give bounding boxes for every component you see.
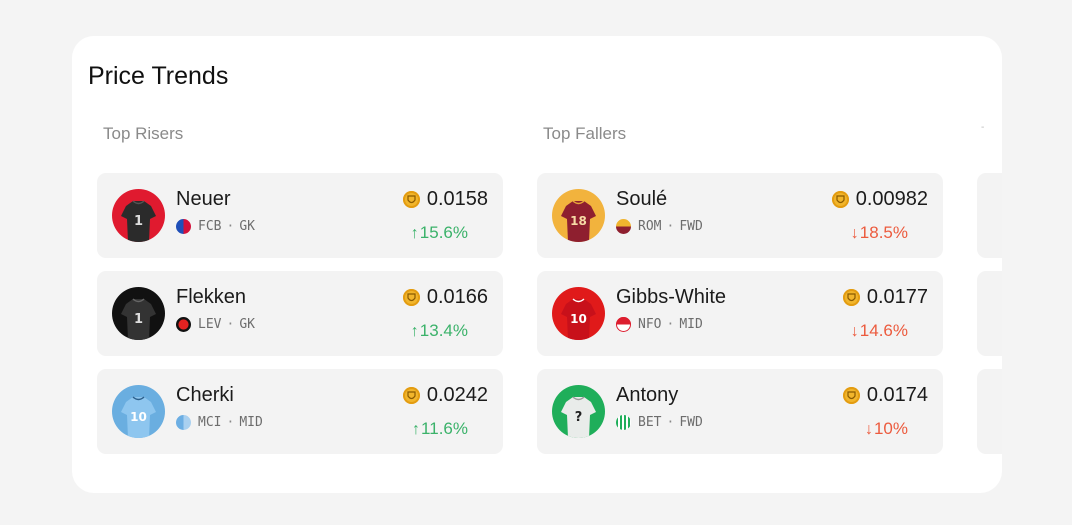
section-title: Price Trends: [88, 62, 229, 90]
player-name: Cherki: [176, 384, 234, 406]
player-row-neuer[interactable]: 1 Neuer FCB · GK 0.0158 ↑15.6%: [97, 173, 503, 258]
coin-icon: [402, 191, 420, 208]
svg-text:10: 10: [130, 410, 147, 424]
club-code: NFO: [638, 317, 662, 332]
coin-icon: [842, 387, 860, 404]
price-change: ↑15.6%: [411, 223, 468, 243]
player-name: Flekken: [176, 286, 247, 308]
svg-text:?: ?: [575, 410, 583, 425]
club-code: BET: [638, 415, 662, 430]
clipped-row[interactable]: [977, 173, 1002, 258]
player-price: 0.0166: [402, 286, 488, 309]
meta-separator: ·: [226, 317, 235, 332]
coin-icon: [402, 289, 420, 306]
player-position: MID: [679, 317, 703, 332]
player-row-gibbs-white[interactable]: 10 Gibbs-White NFO · MID 0.0177 ↓14.6%: [537, 271, 943, 356]
svg-text:18: 18: [570, 214, 587, 228]
player-avatar: 10: [552, 287, 605, 340]
player-meta: BET · FWD: [616, 415, 703, 430]
player-avatar: 1: [112, 189, 165, 242]
svg-text:1: 1: [134, 312, 143, 327]
player-price: 0.0177: [842, 286, 928, 309]
player-name: Gibbs-White: [616, 286, 727, 308]
player-avatar: ?: [552, 385, 605, 438]
player-avatar: 1: [112, 287, 165, 340]
price-value: 0.0177: [866, 286, 928, 308]
player-position: FWD: [679, 219, 703, 234]
player-name: Neuer: [176, 188, 231, 210]
change-value: 11.6%: [421, 419, 468, 438]
player-position: GK: [239, 317, 255, 332]
player-price: 0.00982: [831, 188, 928, 211]
player-meta: NFO · MID: [616, 317, 703, 332]
player-row-antony[interactable]: ? Antony BET · FWD 0.0174 ↓10%: [537, 369, 943, 454]
player-meta: LEV · GK: [176, 317, 255, 332]
price-change: ↑13.4%: [411, 321, 468, 341]
player-name: Antony: [616, 384, 679, 406]
price-trends-card: Price Trends Top Risers 1 Neuer FCB · GK…: [72, 36, 1002, 493]
change-value: 13.4%: [419, 321, 468, 340]
top-fallers-heading: Top Fallers: [543, 124, 627, 143]
bet-club-icon: [616, 415, 631, 430]
coin-icon: [842, 289, 860, 306]
player-position: GK: [239, 219, 255, 234]
meta-separator: ·: [666, 415, 675, 430]
price-change: ↓18.5%: [851, 223, 908, 243]
price-change: ↑11.6%: [412, 419, 468, 439]
arrow-up-icon: ↑: [410, 225, 419, 242]
third-column-heading: -: [981, 122, 985, 133]
change-value: 14.6%: [859, 321, 908, 340]
clipped-row[interactable]: [977, 271, 1002, 356]
player-name: Soulé: [616, 188, 668, 210]
player-row-flekken[interactable]: 1 Flekken LEV · GK 0.0166 ↑13.4%: [97, 271, 503, 356]
player-price: 0.0174: [842, 384, 928, 407]
player-avatar: 18: [552, 189, 605, 242]
top-risers-heading: Top Risers: [103, 124, 184, 143]
player-position: FWD: [679, 415, 703, 430]
player-price: 0.0242: [402, 384, 488, 407]
player-avatar: 10: [112, 385, 165, 438]
fcb-club-icon: [176, 219, 191, 234]
arrow-down-icon: ↓: [850, 225, 859, 242]
player-meta: MCI · MID: [176, 415, 263, 430]
arrow-up-icon: ↑: [410, 323, 419, 340]
price-value: 0.0242: [426, 384, 488, 406]
coin-icon: [831, 191, 849, 208]
club-code: LEV: [198, 317, 222, 332]
price-change: ↓14.6%: [851, 321, 908, 341]
player-meta: FCB · GK: [176, 219, 255, 234]
price-value: 0.0166: [426, 286, 488, 308]
clipped-row[interactable]: [977, 369, 1002, 454]
price-value: 0.00982: [855, 188, 928, 210]
mci-club-icon: [176, 415, 191, 430]
meta-separator: ·: [666, 219, 675, 234]
player-row-cherki[interactable]: 10 Cherki MCI · MID 0.0242 ↑11.6%: [97, 369, 503, 454]
player-position: MID: [239, 415, 263, 430]
arrow-down-icon: ↓: [864, 421, 873, 438]
lev-club-icon: [176, 317, 191, 332]
coin-icon: [402, 387, 420, 404]
rom-club-icon: [616, 219, 631, 234]
svg-text:10: 10: [570, 312, 587, 326]
svg-text:1: 1: [134, 214, 143, 229]
price-value: 0.0174: [866, 384, 928, 406]
player-price: 0.0158: [402, 188, 488, 211]
meta-separator: ·: [226, 219, 235, 234]
player-row-soule[interactable]: 18 Soulé ROM · FWD 0.00982 ↓18.5%: [537, 173, 943, 258]
change-value: 18.5%: [859, 223, 908, 242]
nfo-club-icon: [616, 317, 631, 332]
club-code: FCB: [198, 219, 222, 234]
meta-separator: ·: [226, 415, 235, 430]
club-code: ROM: [638, 219, 662, 234]
change-value: 10%: [873, 419, 908, 438]
club-code: MCI: [198, 415, 222, 430]
player-meta: ROM · FWD: [616, 219, 703, 234]
price-change: ↓10%: [865, 419, 908, 439]
change-value: 15.6%: [419, 223, 468, 242]
arrow-down-icon: ↓: [850, 323, 859, 340]
meta-separator: ·: [666, 317, 675, 332]
price-value: 0.0158: [426, 188, 488, 210]
arrow-up-icon: ↑: [412, 421, 421, 438]
